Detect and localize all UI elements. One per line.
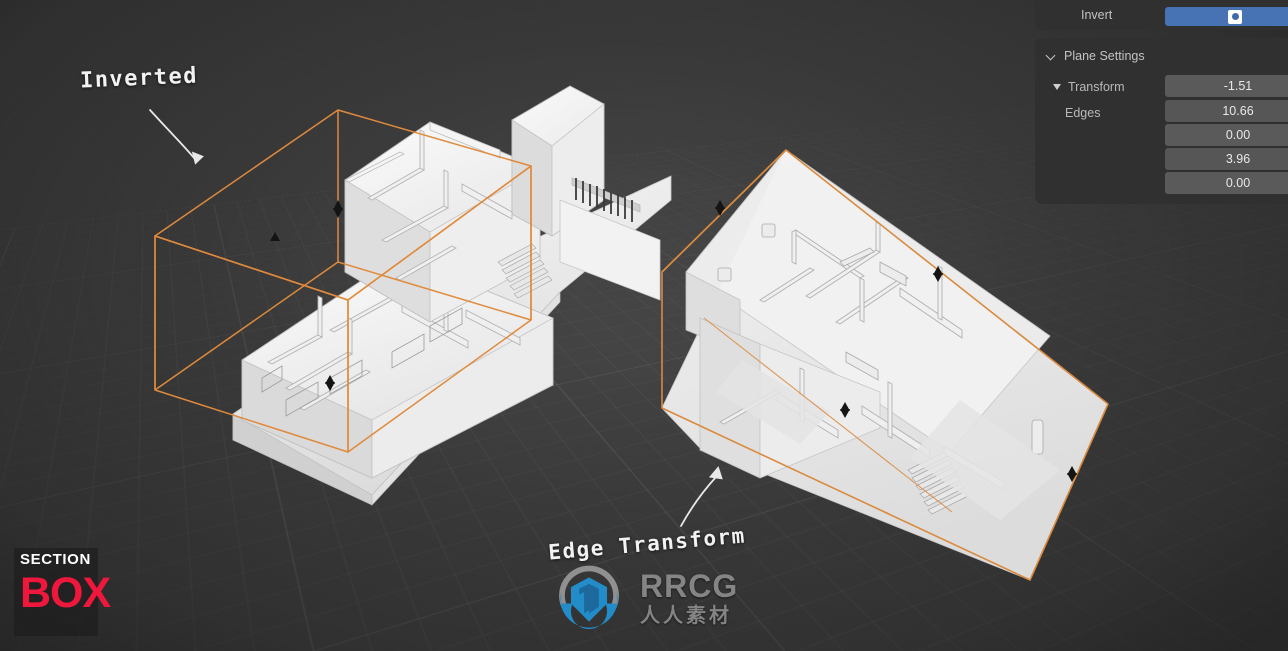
- invert-panel: Invert: [1035, 0, 1288, 30]
- watermark-chinese: 人人素材: [640, 602, 732, 627]
- invert-toggle[interactable]: [1165, 7, 1288, 26]
- edges-value-field-1[interactable]: 10.66: [1165, 100, 1288, 122]
- rrcg-watermark: RRCG 人人素材: [548, 556, 738, 638]
- edges-value-field-3[interactable]: 3.96: [1165, 148, 1288, 170]
- logo-line-box: BOX: [20, 569, 111, 617]
- screenshot-root: Inverted Edge Transform SECTION BOX RRCG…: [0, 0, 1288, 651]
- chevron-down-icon: [1047, 51, 1057, 61]
- plane-settings-panel: Plane Settings Transform Edges -1.51 10.…: [1035, 38, 1288, 204]
- annotation-inverted-label: Inverted: [79, 63, 199, 94]
- right-building-model: [661, 149, 1109, 581]
- transform-label: Transform: [1068, 80, 1125, 94]
- plane-settings-title: Plane Settings: [1064, 49, 1145, 63]
- rrcg-logo-icon: [559, 565, 619, 630]
- edges-label: Edges: [1065, 106, 1101, 120]
- triangle-down-icon: [1053, 84, 1061, 90]
- transform-row-label[interactable]: Transform: [1053, 76, 1125, 98]
- invert-toggle-knob: [1228, 9, 1242, 24]
- invert-label: Invert: [1081, 8, 1113, 22]
- watermark-english: RRCG: [640, 567, 739, 604]
- plane-settings-header[interactable]: Plane Settings: [1047, 45, 1145, 67]
- section-box-logo: SECTION BOX: [14, 548, 111, 636]
- edges-value-field-4[interactable]: 0.00: [1165, 172, 1288, 194]
- edges-row-label: Edges: [1065, 102, 1100, 124]
- logo-line-section: SECTION: [20, 551, 91, 568]
- transform-value-field[interactable]: -1.51: [1165, 75, 1288, 97]
- edges-value-field-2[interactable]: 0.00: [1165, 124, 1288, 146]
